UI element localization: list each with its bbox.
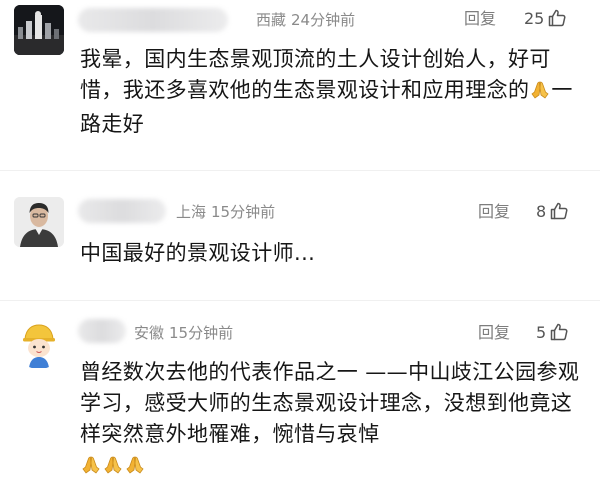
comment-text-body: 我晕，国内生态景观顶流的土人设计创始人，好可惜，我还多喜欢他的生态景观设计和应用… xyxy=(80,47,551,102)
timestamp: 24分钟前 xyxy=(291,11,356,29)
username-blurred xyxy=(78,8,228,32)
avatar-image xyxy=(14,197,64,247)
comment-text: 中国最好的景观设计师... xyxy=(80,238,592,269)
reply-button[interactable]: 回复 xyxy=(478,323,510,343)
username-blurred xyxy=(78,199,166,223)
avatar[interactable] xyxy=(14,197,64,247)
comment-text: 曾经数次去他的代表作品之一 ——中山歧江公园参观学习，感受大师的生态景观设计理念… xyxy=(80,357,592,484)
reply-button[interactable]: 回复 xyxy=(464,9,496,29)
comment-item: 安徽 15分钟前 回复 5 曾经数次去他的代表作品之一 ——中山歧江公园参观学习，… xyxy=(0,305,600,499)
thumbs-up-icon xyxy=(549,322,569,342)
comment-item: 西藏 24分钟前 回复 25 我晕，国内生态景观顶流的土人设计创始人，好可惜，我还… xyxy=(0,0,600,160)
folded-hands-emoji xyxy=(125,453,145,484)
avatar[interactable] xyxy=(14,5,64,55)
divider xyxy=(0,300,600,301)
like-count: 25 xyxy=(524,8,545,28)
comment-meta: 西藏 24分钟前 xyxy=(256,10,355,30)
comment-meta: 上海 15分钟前 xyxy=(176,202,275,222)
location-label: 西藏 xyxy=(256,11,287,29)
folded-hands-emoji xyxy=(103,453,123,484)
location-label: 安徽 xyxy=(134,324,165,342)
comment-item: 上海 15分钟前 回复 8 中国最好的景观设计师... xyxy=(0,185,600,295)
username-blurred xyxy=(78,319,126,343)
like-count: 5 xyxy=(536,322,547,342)
thumbs-up-icon xyxy=(547,8,567,28)
thumbs-up-icon xyxy=(549,201,569,221)
like-count: 8 xyxy=(536,201,547,221)
comment-meta: 安徽 15分钟前 xyxy=(134,323,233,343)
avatar-image xyxy=(14,319,64,369)
reply-button[interactable]: 回复 xyxy=(478,202,510,222)
avatar-image xyxy=(14,5,64,55)
comment-text-body: 曾经数次去他的代表作品之一 ——中山歧江公园参观学习，感受大师的生态景观设计理念… xyxy=(80,360,580,446)
divider xyxy=(0,170,600,171)
folded-hands-emoji xyxy=(530,78,550,109)
comment-text-body: 中国最好的景观设计师... xyxy=(80,241,316,265)
like-button[interactable]: 8 xyxy=(536,200,569,222)
comment-text: 我晕，国内生态景观顶流的土人设计创始人，好可惜，我还多喜欢他的生态景观设计和应用… xyxy=(80,44,592,140)
like-button[interactable]: 25 xyxy=(524,7,567,29)
timestamp: 15分钟前 xyxy=(211,203,276,221)
folded-hands-emoji xyxy=(81,453,101,484)
timestamp: 15分钟前 xyxy=(169,324,234,342)
location-label: 上海 xyxy=(176,203,207,221)
like-button[interactable]: 5 xyxy=(536,321,569,343)
avatar[interactable] xyxy=(14,319,64,369)
